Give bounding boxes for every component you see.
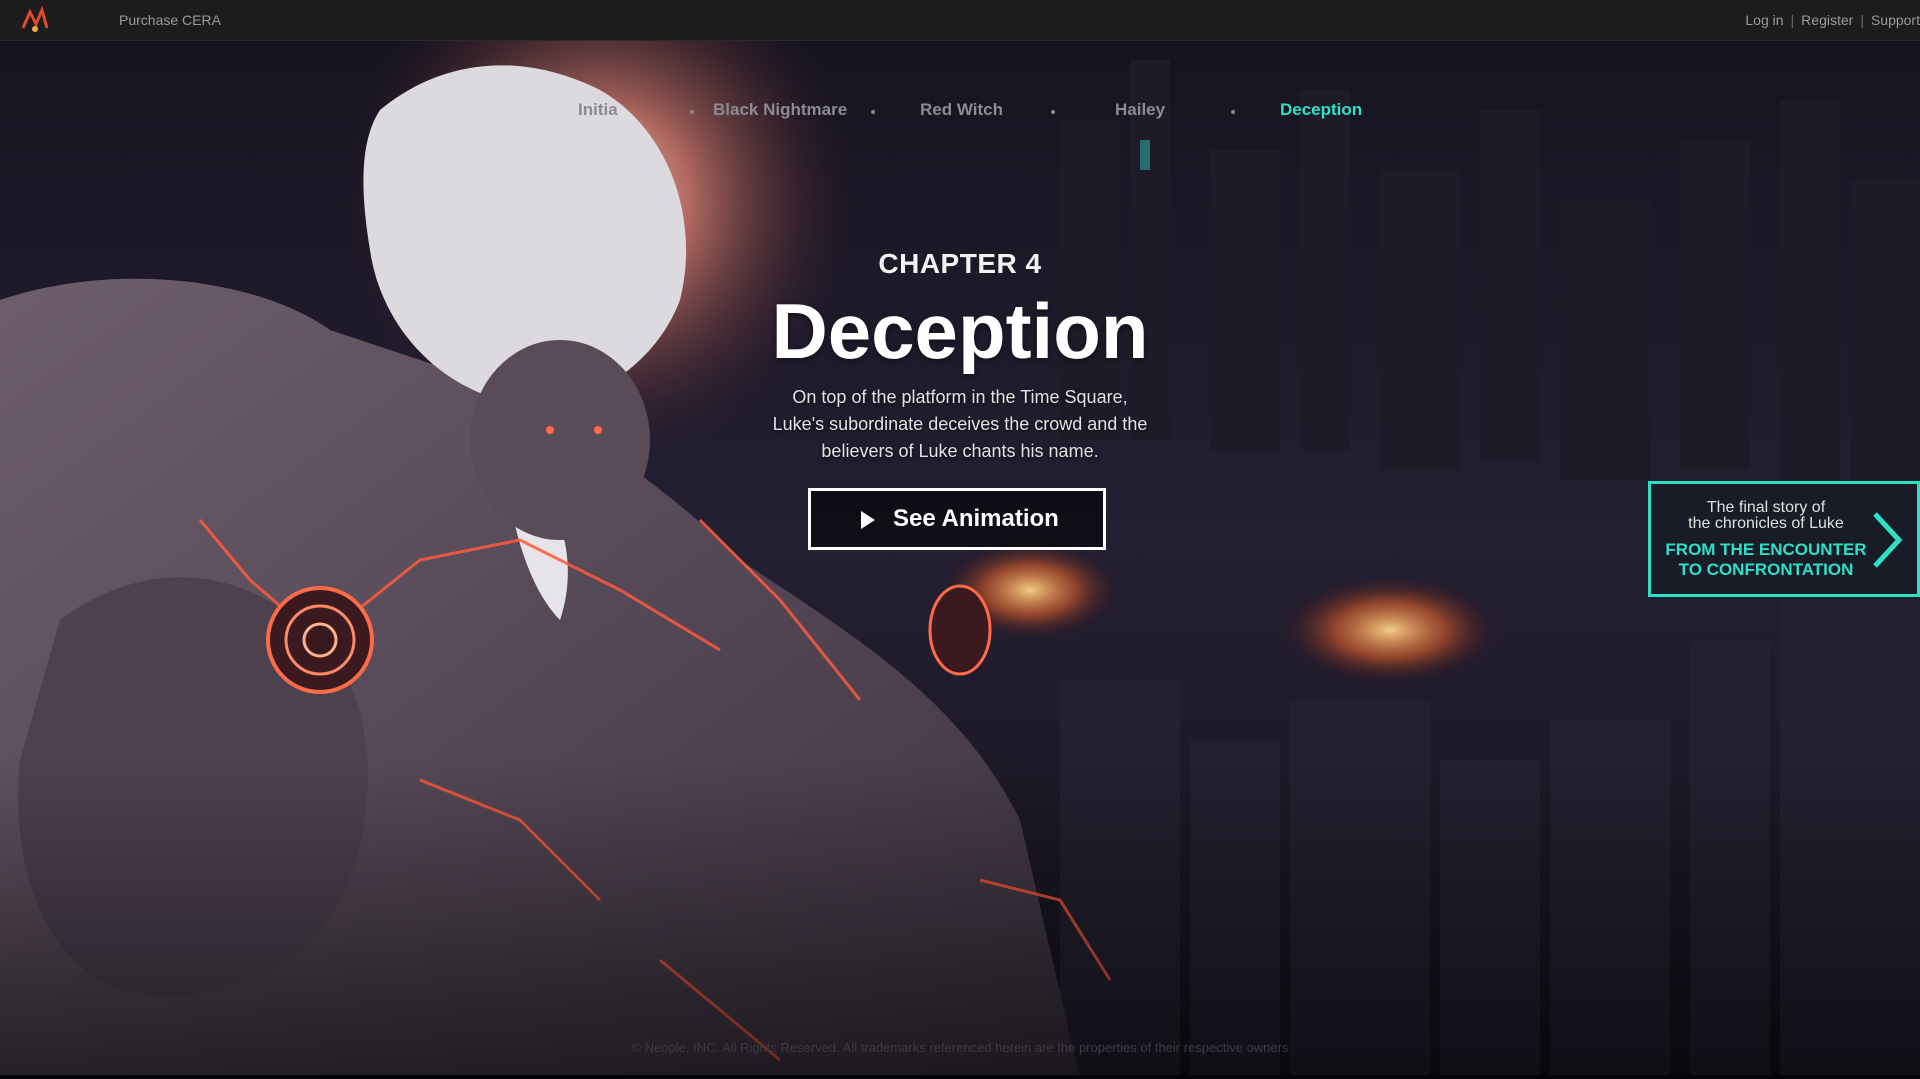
chapter-tab-hailey[interactable]: Hailey bbox=[1115, 100, 1165, 120]
promo-subtitle-line: the chronicles of Luke bbox=[1688, 515, 1844, 532]
link-separator: | bbox=[1790, 12, 1795, 28]
chapter-description: On top of the platform in the Time Squar… bbox=[772, 387, 1148, 461]
promo-headline-line: TO CONFRONTATION bbox=[1678, 560, 1854, 579]
hero-content: CHAPTER 4 Deception On top of the platfo… bbox=[660, 248, 1260, 550]
nav-dot bbox=[871, 110, 875, 114]
login-link[interactable]: Log in bbox=[1745, 12, 1783, 28]
promo-subtitle: The final story of the chronicles of Luk… bbox=[1661, 500, 1871, 532]
chapter-tab-deception[interactable]: Deception bbox=[1280, 100, 1362, 120]
page: Purchase CERA Log in | Register | Support In… bbox=[0, 0, 1920, 1079]
chevron-right-icon bbox=[1867, 510, 1907, 570]
see-animation-label: See Animation bbox=[893, 505, 1059, 532]
chapter-tab-red-witch[interactable]: Red Witch bbox=[920, 100, 1003, 120]
chapter-tab-initia[interactable]: Initia bbox=[578, 100, 618, 120]
promo-headline: FROM THE ENCOUNTER TO CONFRONTATION bbox=[1661, 540, 1871, 580]
dnf-logo-icon[interactable] bbox=[20, 5, 50, 34]
play-icon bbox=[861, 511, 875, 529]
register-link[interactable]: Register bbox=[1801, 12, 1853, 28]
promo-headline-line: FROM THE ENCOUNTER bbox=[1665, 540, 1867, 559]
link-separator: | bbox=[1860, 12, 1864, 28]
account-links: Log in | Register | Support bbox=[1700, 12, 1920, 28]
bottom-strip bbox=[0, 1075, 1920, 1079]
chapter-label: CHAPTER 4 bbox=[878, 248, 1042, 279]
nav-dot bbox=[1231, 110, 1235, 114]
nav-dot bbox=[1051, 110, 1055, 114]
copyright-text: © Neople, INC. All Rights Reserved. All … bbox=[631, 1040, 1289, 1055]
chapter-tab-black-nightmare[interactable]: Black Nightmare bbox=[713, 100, 847, 120]
top-bar: Purchase CERA Log in | Register | Support bbox=[0, 0, 1920, 41]
chapter-nav: Initia Black Nightmare Red Witch Hailey … bbox=[0, 100, 1920, 126]
purchase-cera-link[interactable]: Purchase CERA bbox=[119, 12, 221, 28]
page-title: Deception bbox=[771, 287, 1149, 375]
see-animation-button[interactable]: See Animation bbox=[808, 488, 1106, 550]
luke-chronicles-promo[interactable]: The final story of the chronicles of Luk… bbox=[1648, 481, 1920, 597]
support-link[interactable]: Support bbox=[1871, 12, 1920, 28]
nav-dot bbox=[690, 110, 694, 114]
promo-subtitle-line: The final story of bbox=[1706, 499, 1826, 516]
